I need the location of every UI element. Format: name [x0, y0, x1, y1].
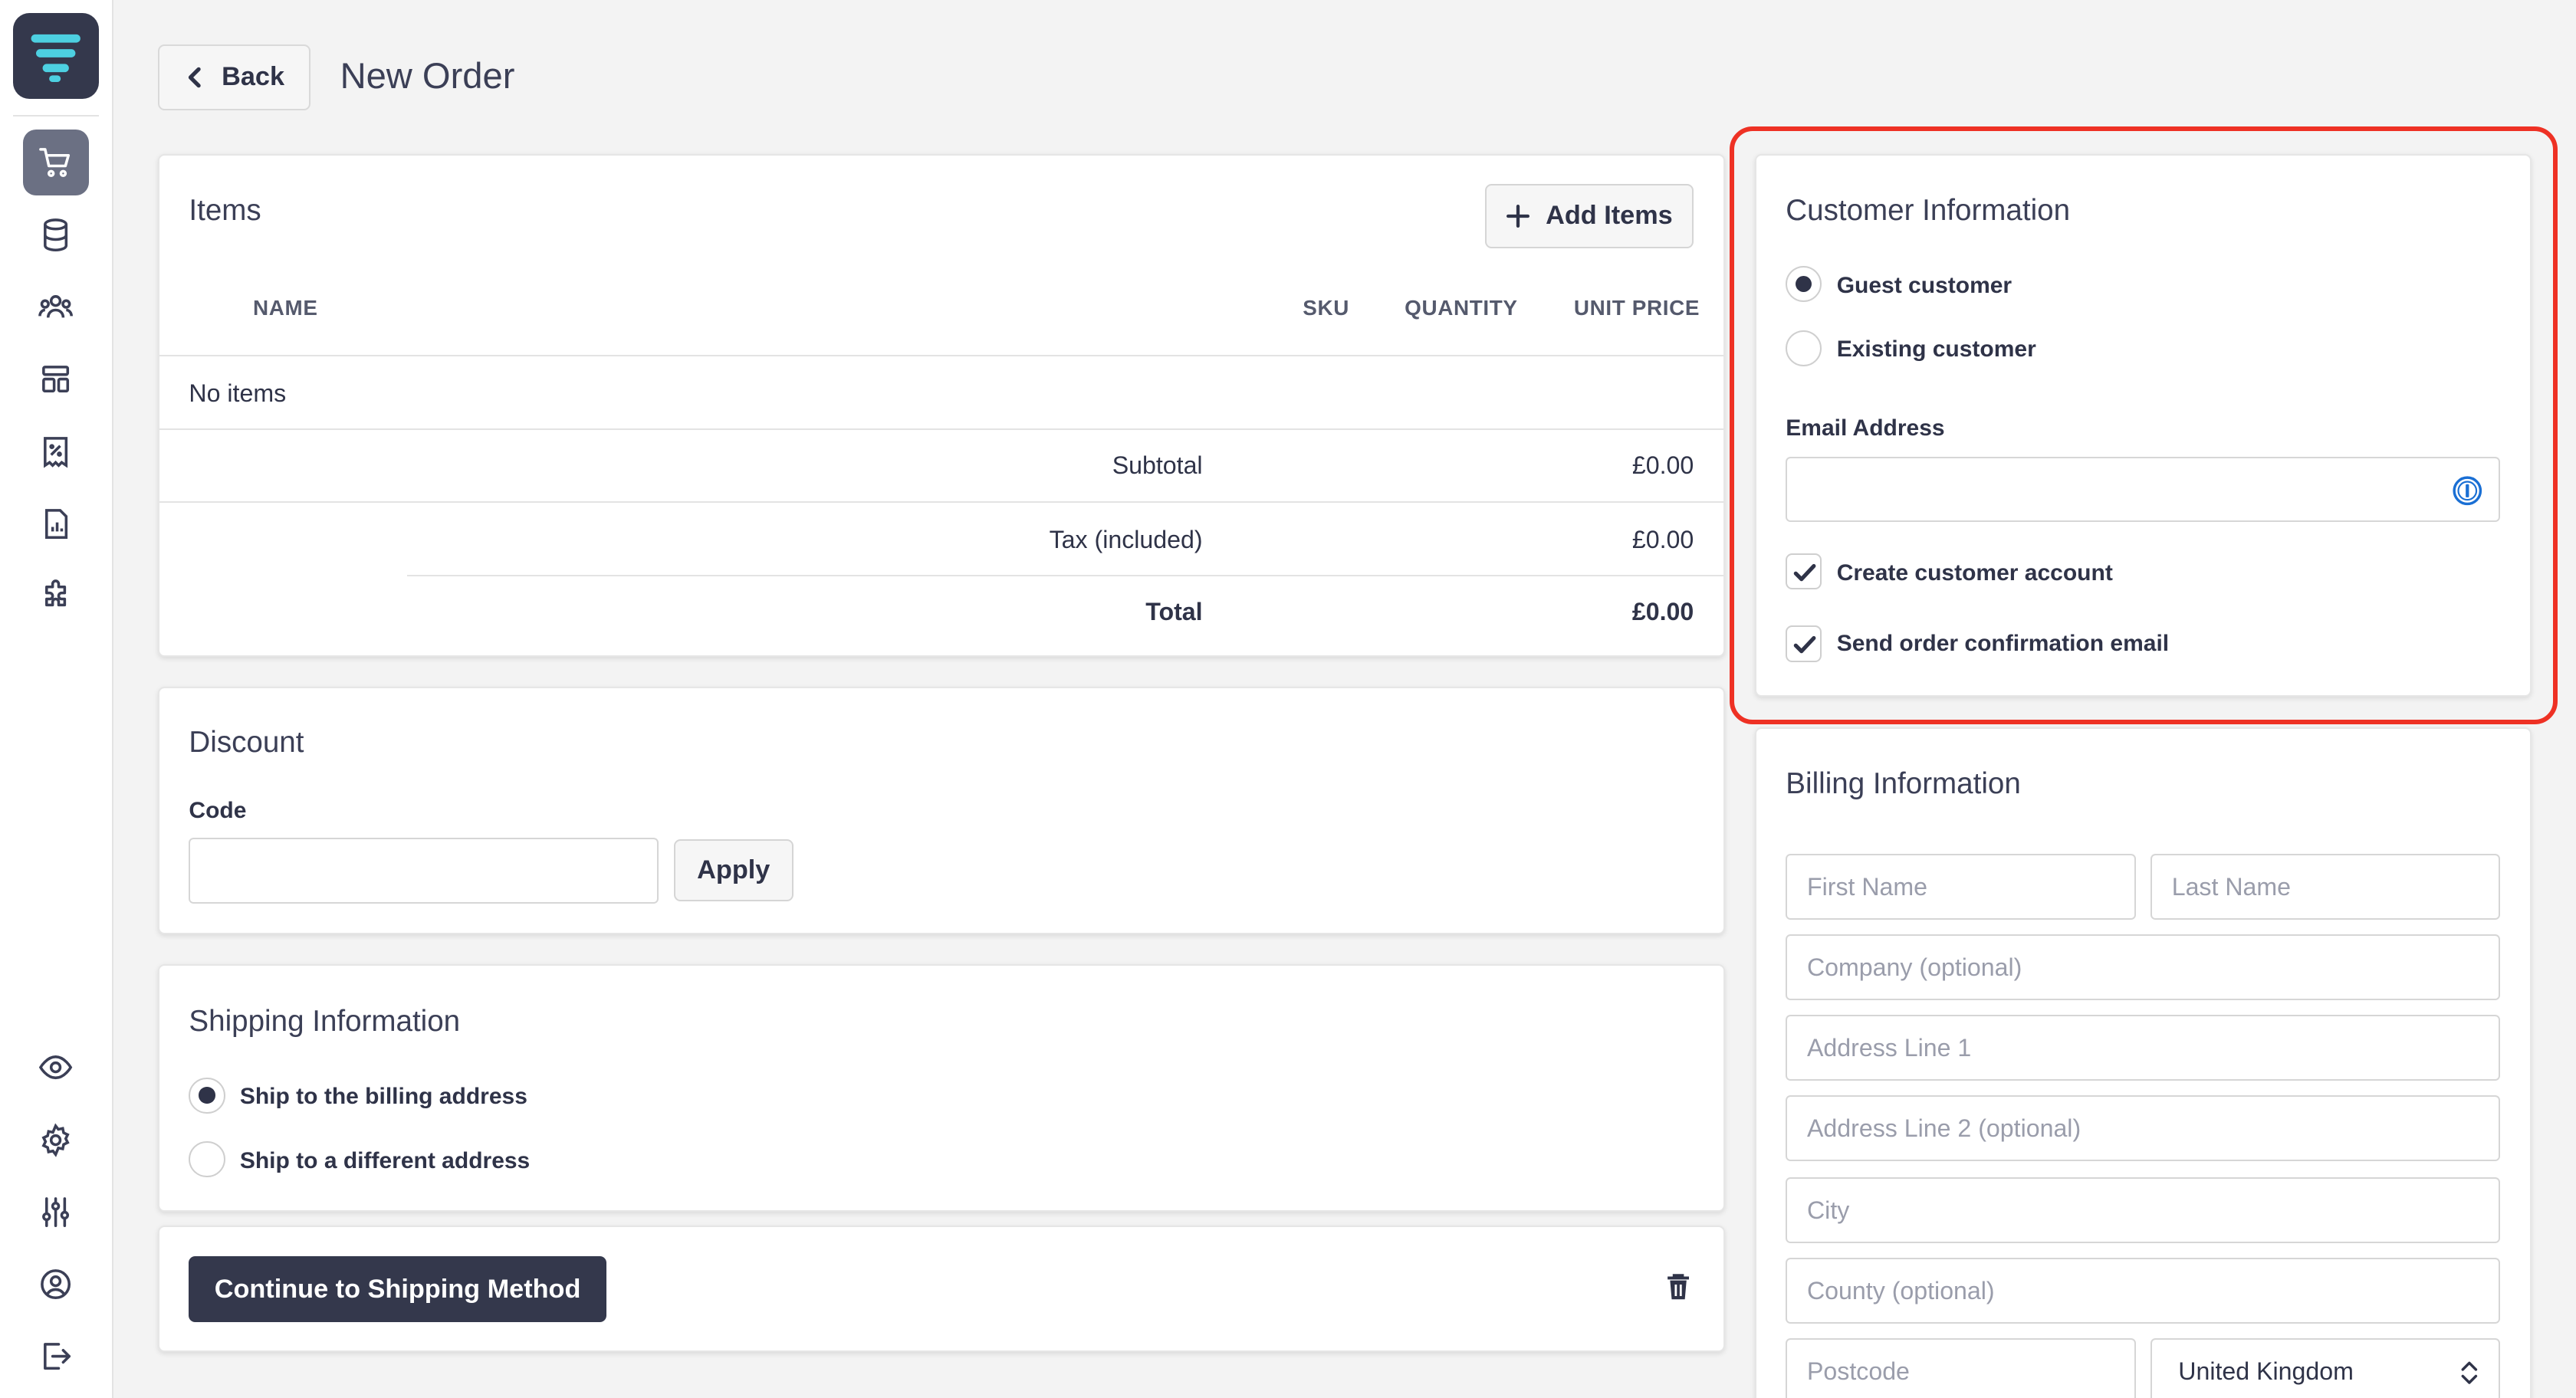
- sidebar-item-orders[interactable]: [23, 130, 89, 195]
- discount-icon: [44, 436, 68, 468]
- cart-icon: [39, 147, 71, 177]
- eye-icon: [39, 1055, 73, 1080]
- send-email-checkbox[interactable]: [1786, 625, 1822, 662]
- back-button[interactable]: Back: [157, 44, 310, 110]
- discount-code-input[interactable]: [189, 837, 659, 904]
- sidebar-item-preferences[interactable]: [23, 1180, 89, 1245]
- logo-icon: [31, 34, 80, 83]
- sidebar-item-reports[interactable]: [23, 491, 89, 557]
- layout-icon: [42, 366, 70, 393]
- add-items-label: Add Items: [1546, 201, 1673, 231]
- user-circle-icon: [41, 1269, 71, 1300]
- subtotal-label: Subtotal: [1112, 451, 1203, 480]
- apply-button[interactable]: Apply: [673, 839, 794, 902]
- puzzle-icon: [45, 579, 67, 607]
- first-name-field[interactable]: [1786, 854, 2136, 920]
- gear-icon: [41, 1123, 70, 1157]
- checkmark-icon: [1793, 635, 1816, 654]
- logout-icon: [44, 1343, 71, 1370]
- sidebar: [0, 0, 113, 1398]
- database-icon: [44, 218, 68, 251]
- discount-title: Discount: [189, 726, 304, 760]
- divider: [159, 500, 1723, 503]
- address-line1-field[interactable]: [1786, 1015, 2501, 1081]
- postcode-field[interactable]: [1786, 1338, 2136, 1398]
- country-select[interactable]: United Kingdom: [2150, 1338, 2501, 1398]
- trash-icon[interactable]: [1666, 1273, 1691, 1301]
- sidebar-item-layout[interactable]: [23, 346, 89, 412]
- city-field[interactable]: [1786, 1177, 2501, 1244]
- empty-items-text: No items: [189, 379, 287, 407]
- county-field[interactable]: [1786, 1258, 2501, 1324]
- sidebar-divider: [13, 115, 99, 117]
- sidebar-item-preview[interactable]: [23, 1035, 89, 1101]
- checkmark-icon: [1793, 563, 1816, 581]
- create-account-checkbox[interactable]: [1786, 553, 1822, 590]
- sliders-icon: [42, 1196, 70, 1227]
- tax-value: £0.00: [1631, 525, 1694, 553]
- create-account-label[interactable]: Create customer account: [1837, 560, 2113, 586]
- existing-customer-label[interactable]: Existing customer: [1837, 336, 2036, 363]
- logo[interactable]: [13, 13, 99, 99]
- divider: [159, 354, 1723, 356]
- sidebar-item-settings[interactable]: [23, 1107, 89, 1173]
- sidebar-item-customers[interactable]: [23, 274, 89, 340]
- last-name-field[interactable]: [2150, 854, 2501, 920]
- sidebar-item-extensions[interactable]: [23, 563, 89, 629]
- ship-billing-label[interactable]: Ship to the billing address: [240, 1084, 527, 1110]
- report-icon: [45, 509, 68, 540]
- users-icon: [38, 295, 74, 318]
- ship-billing-radio[interactable]: [189, 1077, 225, 1114]
- column-header-name: NAME: [253, 295, 318, 320]
- chevron-left-icon: [188, 67, 201, 87]
- total-label: Total: [1145, 598, 1203, 625]
- address-line2-field[interactable]: [1786, 1095, 2501, 1161]
- column-header-sku: SKU: [1303, 295, 1349, 320]
- country-value: United Kingdom: [2178, 1357, 2354, 1385]
- continue-button[interactable]: Continue to Shipping Method: [189, 1256, 606, 1322]
- sidebar-item-database[interactable]: [23, 202, 89, 268]
- company-field[interactable]: [1786, 934, 2501, 1000]
- total-value: £0.00: [1631, 598, 1694, 625]
- select-arrows-icon: [2461, 1361, 2478, 1384]
- sidebar-item-logout[interactable]: [23, 1324, 89, 1390]
- page-title: New Order: [340, 54, 515, 96]
- plus-icon: [1506, 204, 1530, 228]
- existing-customer-radio[interactable]: [1786, 330, 1822, 366]
- code-label: Code: [189, 798, 247, 824]
- back-button-label: Back: [222, 62, 285, 92]
- email-field[interactable]: [1786, 456, 2501, 523]
- add-items-button[interactable]: Add Items: [1485, 184, 1694, 248]
- sidebar-item-account[interactable]: [23, 1252, 89, 1318]
- send-email-label[interactable]: Send order confirmation email: [1837, 631, 2169, 657]
- divider: [159, 428, 1723, 431]
- shipping-title: Shipping Information: [189, 1005, 461, 1039]
- subtotal-value: £0.00: [1631, 451, 1694, 480]
- billing-title: Billing Information: [1786, 766, 2021, 800]
- password-manager-icon[interactable]: [2453, 476, 2482, 506]
- guest-customer-label[interactable]: Guest customer: [1837, 273, 2012, 299]
- column-header-quantity: QUANTITY: [1405, 295, 1518, 320]
- items-title: Items: [189, 193, 261, 227]
- ship-different-radio[interactable]: [189, 1141, 225, 1178]
- column-header-unit-price: UNIT PRICE: [1573, 295, 1700, 320]
- tax-label: Tax (included): [1049, 525, 1203, 553]
- ship-different-label[interactable]: Ship to a different address: [240, 1148, 530, 1174]
- divider: [407, 575, 1723, 577]
- email-label: Email Address: [1786, 415, 1945, 441]
- customer-title: Customer Information: [1786, 193, 2071, 227]
- sidebar-item-discounts[interactable]: [23, 418, 89, 484]
